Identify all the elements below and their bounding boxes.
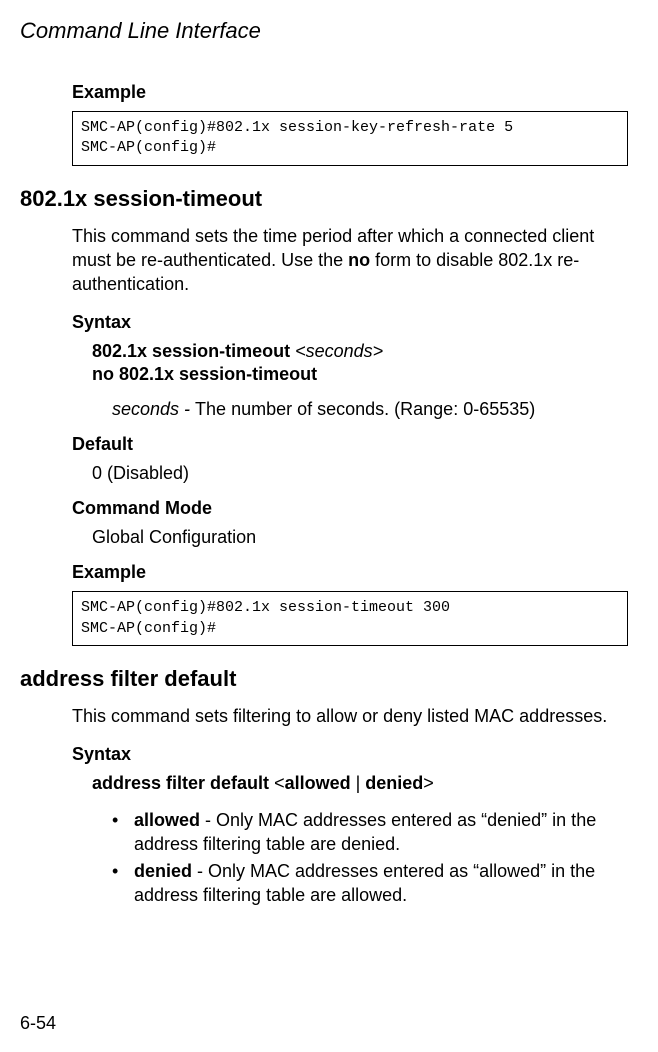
bullet2-bold: denied <box>134 861 192 881</box>
bullet-dot-icon: • <box>112 808 134 857</box>
bullet-item-allowed: • allowed - Only MAC addresses entered a… <box>112 808 628 857</box>
syntax2-p3: > <box>423 773 434 793</box>
chapter-title: Command Line Interface <box>20 18 628 44</box>
param-ital: seconds - <box>112 399 195 419</box>
param-rest: The number of seconds. (Range: 0-65535) <box>195 399 535 419</box>
syntax2-p2: | <box>356 773 366 793</box>
bullet-list: • allowed - Only MAC addresses entered a… <box>112 808 628 907</box>
command-description-2: This command sets filtering to allow or … <box>72 704 628 728</box>
syntax-bold-1a: 802.1x session-timeout <box>92 341 295 361</box>
bullet1-rest: - Only MAC addresses entered as “denied”… <box>134 810 596 854</box>
command-heading-session-timeout: 802.1x session-timeout <box>20 186 628 212</box>
syntax2-b3: denied <box>365 773 423 793</box>
syntax-line-1a: 802.1x session-timeout <seconds> <box>92 341 628 362</box>
syntax-line-2: address filter default <allowed | denied… <box>92 773 628 794</box>
param-line-1: seconds - The number of seconds. (Range:… <box>112 399 628 420</box>
command-heading-address-filter: address filter default <box>20 666 628 692</box>
example-label-2: Example <box>72 562 628 583</box>
code-block-1: SMC-AP(config)#802.1x session-key-refres… <box>72 111 628 166</box>
bullet2-rest: - Only MAC addresses entered as “allowed… <box>134 861 595 905</box>
bullet-dot-icon: • <box>112 859 134 908</box>
syntax-label-1: Syntax <box>72 312 628 333</box>
syntax2-b1: address filter default <box>92 773 274 793</box>
syntax2-b2: allowed <box>285 773 356 793</box>
syntax-label-2: Syntax <box>72 744 628 765</box>
mode-label-1: Command Mode <box>72 498 628 519</box>
command-description-1: This command sets the time period after … <box>72 224 628 297</box>
desc-bold: no <box>348 250 370 270</box>
bullet1-bold: allowed <box>134 810 200 830</box>
bullet-item-denied: • denied - Only MAC addresses entered as… <box>112 859 628 908</box>
mode-value-1: Global Configuration <box>92 527 628 548</box>
syntax2-p1: < <box>274 773 285 793</box>
syntax-line-1b: no 802.1x session-timeout <box>92 364 628 385</box>
syntax-ital-1a: <seconds> <box>295 341 383 361</box>
default-value-1: 0 (Disabled) <box>92 463 628 484</box>
page-number: 6-54 <box>20 1013 56 1034</box>
code-block-2: SMC-AP(config)#802.1x session-timeout 30… <box>72 591 628 646</box>
syntax-bold-1b: no 802.1x session-timeout <box>92 364 317 384</box>
example-label-1: Example <box>72 82 628 103</box>
default-label-1: Default <box>72 434 628 455</box>
